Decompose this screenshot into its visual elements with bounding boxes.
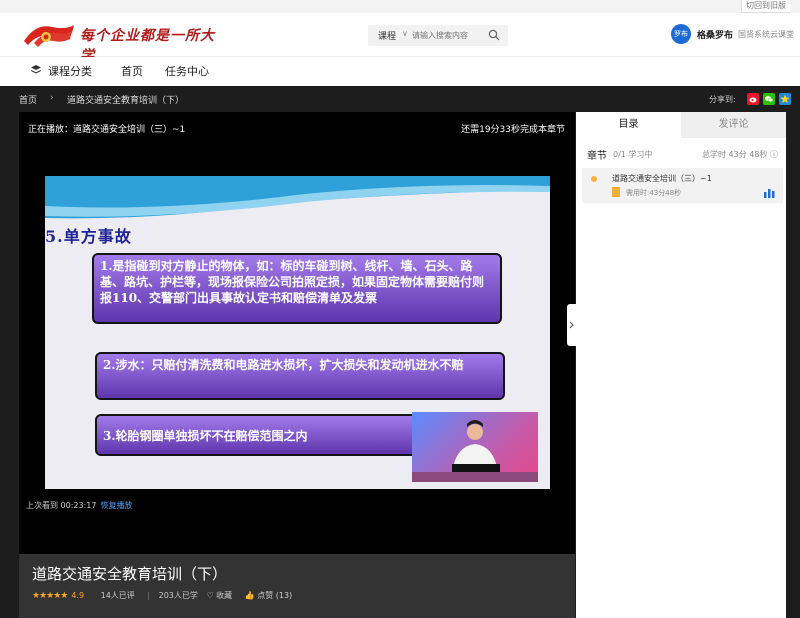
main-nav: 课程分类 首页 任务中心 (0, 57, 800, 85)
chevron-right-icon (569, 321, 574, 329)
star-rating-icon: ★★★★★ (32, 591, 68, 601)
course-area: 首页 › 道路交通安全教育培训（下） 分享到: 正在播放：道路交通安全培训（三）… (0, 86, 800, 618)
chapter-progress: 0/1 学习中 (613, 150, 653, 159)
header: 每个企业都是一所大学 课程 ∨ 罗布 格桑罗布 国贤系统云课堂 (0, 13, 800, 64)
weibo-icon[interactable] (747, 93, 759, 105)
tab-catalog[interactable]: 目录 (576, 112, 681, 138)
panel-toggle-handle[interactable] (567, 304, 576, 346)
breadcrumb-separator: › (50, 93, 54, 103)
party-emblem-icon (24, 25, 74, 47)
avatar[interactable]: 罗布 (671, 24, 691, 44)
nav-task-center[interactable]: 任务中心 (165, 63, 209, 79)
video-player[interactable]: 正在播放：道路交通安全培训（三）~1 还需19分33秒完成本章节 5.单方事故 … (19, 112, 575, 554)
total-time: 总学时 43分 48秒 ⓘ (702, 149, 778, 160)
course-meta: ★★★★★ 4.9 14人已评 | 203人已学 ♡ 收藏 👍 点赞 (13) (32, 591, 293, 601)
heart-icon: ♡ (206, 591, 214, 600)
wechat-icon[interactable] (763, 93, 775, 105)
in-progress-icon (591, 176, 597, 182)
lecture-slide: 5.单方事故 1.是指碰到对方静止的物体，如：标的车碰到树、线杆、墙、石头、路基… (45, 176, 550, 489)
nav-course-categories[interactable]: 课程分类 (48, 63, 92, 79)
review-count: 14人已评 (100, 591, 135, 600)
like-button[interactable]: 👍 点赞 (13) (245, 591, 292, 600)
now-playing: 正在播放：道路交通安全培训（三）~1 (28, 125, 186, 135)
lesson-title: 道路交通安全培训（三）~1 (612, 174, 712, 183)
remaining-time: 还需19分33秒完成本章节 (461, 125, 565, 135)
search-box: 课程 ∨ (368, 25, 508, 46)
breadcrumb: 首页 › 道路交通安全教育培训（下） 分享到: (0, 86, 800, 112)
org-name: 国贤系统云课堂 (738, 30, 794, 39)
search-category[interactable]: 课程 (378, 29, 396, 42)
user-name[interactable]: 格桑罗布 (697, 28, 733, 41)
slide-title: 5.单方事故 (45, 227, 132, 246)
like-label: 点赞 (13) (257, 591, 293, 600)
course-title: 道路交通安全教育培训（下） (32, 565, 228, 583)
favorite-button[interactable]: ♡ 收藏 (206, 591, 232, 600)
favorite-label: 收藏 (216, 591, 233, 600)
rating-value: 4.9 (71, 591, 85, 600)
lesson-duration: 需用时:43分48秒 (626, 189, 682, 197)
nav-home[interactable]: 首页 (121, 63, 143, 79)
logo[interactable]: 每个企业都是一所大学 (22, 21, 222, 64)
slide-point-1: 1.是指碰到对方静止的物体，如：标的车碰到树、线杆、墙、石头、路基、路坑、护栏等… (92, 253, 502, 324)
slide-point-2: 2.涉水：只赔付清洗费和电路进水损坏，扩大损失和发动机进水不赔 (95, 352, 505, 400)
lesson-item[interactable]: 道路交通安全培训（三）~1 需用时:43分48秒 (582, 168, 783, 203)
instructor-figure (412, 420, 538, 482)
qzone-icon[interactable] (779, 93, 791, 105)
chapter-label: 章节 (587, 151, 607, 162)
search-input[interactable] (412, 28, 484, 42)
chevron-down-icon[interactable]: ∨ (402, 29, 408, 38)
playing-bars-icon (764, 189, 775, 198)
document-icon (612, 187, 620, 197)
help-icon[interactable]: ⓘ (770, 150, 778, 159)
thumbs-up-icon: 👍 (244, 591, 255, 600)
top-strip: 切回到旧版 (0, 0, 800, 13)
catalog-panel: 目录 发评论 章节 0/1 学习中 总学时 43分 48秒 ⓘ 道路交通安全培训… (576, 112, 786, 618)
learner-count: 203人已学 (158, 591, 198, 600)
resume-button[interactable]: 恢复播放 (100, 501, 132, 510)
old-version-link[interactable]: 切回到旧版 (741, 0, 790, 13)
layers-icon (31, 65, 41, 74)
course-info: 道路交通安全教育培训（下） ★★★★★ 4.9 14人已评 | 203人已学 ♡ … (19, 554, 575, 618)
total-time-text: 总学时 43分 48秒 (702, 150, 768, 159)
slide-point-3: 3.轮胎钢圈单独损坏不在赔偿范围之内 (95, 414, 425, 456)
breadcrumb-current: 道路交通安全教育培训（下） (67, 96, 185, 106)
breadcrumb-home[interactable]: 首页 (19, 93, 37, 106)
resume-row: 上次看到 00:23:17 恢复播放 (26, 500, 132, 511)
instructor-webcam (412, 412, 538, 482)
tab-comment[interactable]: 发评论 (681, 112, 786, 138)
search-icon[interactable] (488, 29, 500, 41)
last-watched: 上次看到 00:23:17 (26, 501, 97, 510)
slide-banner (45, 176, 550, 219)
share-label: 分享到: (709, 95, 736, 104)
